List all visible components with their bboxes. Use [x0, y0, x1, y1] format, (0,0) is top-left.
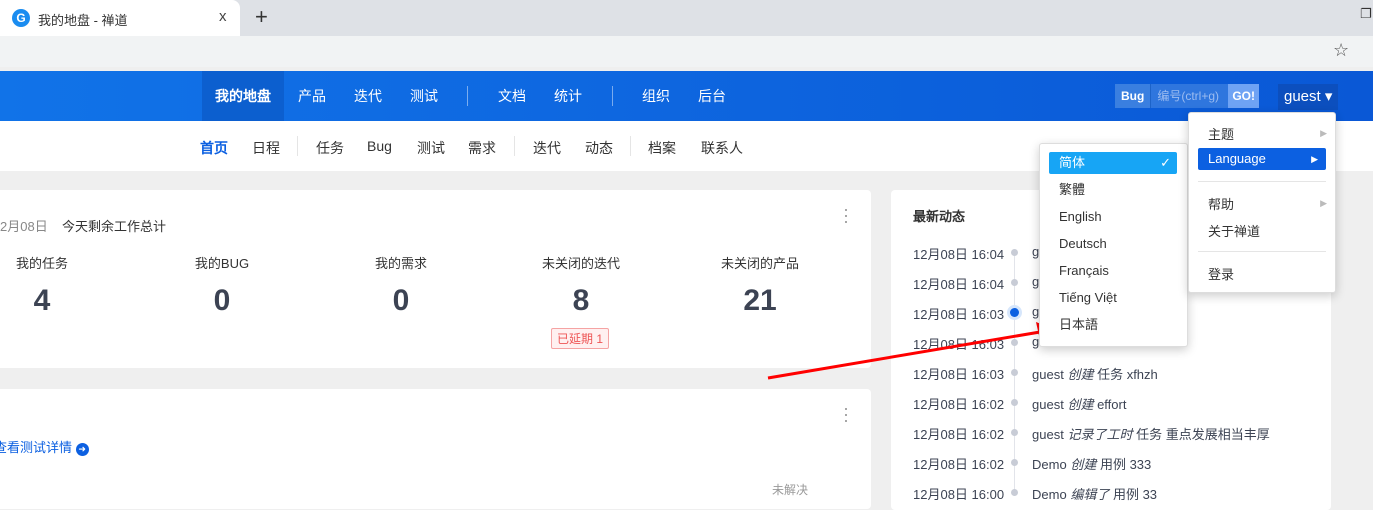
- menu-divider: [1198, 251, 1326, 252]
- menu-language-label: Language: [1208, 151, 1266, 166]
- language-option[interactable]: 简体 ✓: [1049, 152, 1177, 174]
- language-option[interactable]: Tiếng Việt: [1049, 287, 1177, 309]
- menu-help[interactable]: 帮助: [1208, 194, 1234, 213]
- language-option[interactable]: 繁體: [1049, 179, 1177, 201]
- language-label: 繁體: [1059, 182, 1086, 197]
- menu-login[interactable]: 登录: [1208, 264, 1234, 283]
- language-option[interactable]: English: [1049, 206, 1177, 228]
- user-dropdown-menu: 主题 ▶ Language ▶ 帮助 ▶ 关于禅道 登录: [1188, 112, 1336, 293]
- language-label: Deutsch: [1059, 236, 1107, 251]
- menu-language[interactable]: Language ▶: [1198, 148, 1326, 170]
- menu-divider: [1198, 181, 1326, 182]
- timeline-dot-icon: [1011, 489, 1018, 496]
- language-label: Français: [1059, 263, 1109, 278]
- language-option[interactable]: Deutsch: [1049, 233, 1177, 255]
- language-option[interactable]: Français: [1049, 260, 1177, 282]
- language-label: 简体: [1059, 155, 1086, 170]
- caret-right-icon: ▶: [1320, 128, 1327, 138]
- menu-about[interactable]: 关于禅道: [1208, 221, 1260, 240]
- language-label: Tiếng Việt: [1059, 290, 1117, 305]
- check-icon: ✓: [1160, 155, 1171, 170]
- language-label: 日本語: [1059, 317, 1099, 332]
- caret-right-icon: ▶: [1320, 198, 1327, 208]
- language-option[interactable]: 日本語: [1049, 314, 1177, 336]
- caret-right-icon: ▶: [1311, 154, 1318, 164]
- language-label: English: [1059, 209, 1102, 224]
- menu-theme[interactable]: 主题: [1208, 124, 1234, 143]
